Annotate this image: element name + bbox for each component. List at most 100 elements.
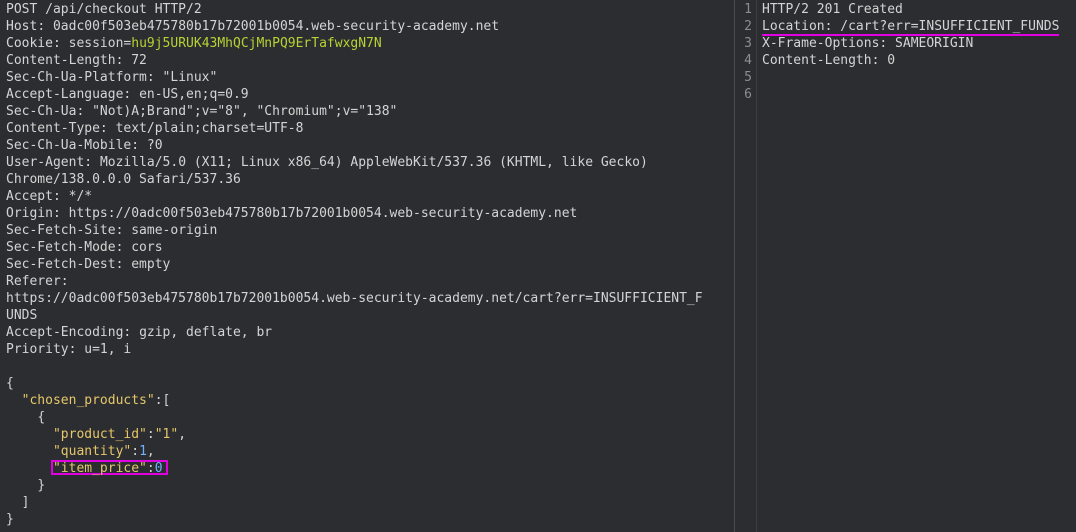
json-punct: , — [146, 444, 155, 459]
header-value: */* — [68, 189, 93, 204]
location-header-name: Location: — [762, 19, 833, 34]
line-number: 6 — [744, 87, 752, 102]
response-location-header: Location: /cart?err=INSUFFICIENT_FUNDS — [762, 18, 1076, 36]
json-punct: { — [6, 376, 14, 391]
json-punct: : — [131, 444, 140, 459]
header-name: Accept-Encoding — [6, 325, 124, 340]
json-item-close: } — [6, 477, 734, 494]
header-cookie: Cookie: session=hu9j5URUK43MhQCjMnPQ9ErT… — [6, 36, 382, 51]
header-priority: Priority: u=1, i — [6, 342, 132, 357]
header-name: Sec-Ch-Ua — [6, 104, 77, 119]
json-quantity: "quantity":1, — [6, 443, 734, 460]
json-key-product-id: "product_id" — [52, 427, 147, 442]
header-value: gzip, deflate, br — [139, 325, 273, 340]
header-referer-value-continued: UNDS — [6, 308, 38, 323]
json-close-brace: } — [6, 511, 734, 528]
json-key-quantity: "quantity" — [52, 444, 132, 459]
header-value: 72 — [131, 53, 147, 68]
json-punct: } — [6, 512, 14, 527]
response-blank-line — [762, 69, 1076, 86]
header-name: Content-Type — [6, 121, 100, 136]
header-value: en-US,en;q=0.9 — [139, 87, 249, 102]
header-name: Sec-Fetch-Dest — [6, 257, 116, 272]
header-value: ?0 — [146, 138, 163, 153]
json-value-product-id: "1" — [154, 427, 179, 442]
header-sec-ch-ua-mobile: Sec-Ch-Ua-Mobile: ?0 — [6, 138, 163, 153]
header-sec-fetch-mode: Sec-Fetch-Mode: cors — [6, 240, 163, 255]
header-name: Host — [6, 19, 38, 34]
burp-repeater-view: POST /api/checkout HTTP/2 Host: 0adc00f5… — [0, 0, 1076, 532]
header-user-agent-continued: Chrome/138.0.0.0 Safari/537.36 — [6, 172, 241, 187]
line-number: 5 — [744, 70, 752, 85]
json-open-brace: { — [6, 375, 734, 392]
header-content-type: Content-Type: text/plain;charset=UTF-8 — [6, 121, 304, 136]
header-value: u=1, i — [84, 342, 132, 357]
json-punct: } — [37, 478, 46, 493]
header-sec-ch-ua: Sec-Ch-Ua: "Not)A;Brand";v="8", "Chromiu… — [6, 104, 398, 119]
json-punct: : — [146, 427, 155, 442]
response-xframe-header: X-Frame-Options: SAMEORIGIN — [762, 36, 974, 51]
header-name: Accept-Language — [6, 87, 124, 102]
line-number: 3 — [744, 36, 752, 51]
json-chosen-products: "chosen_products":[ — [6, 392, 734, 409]
header-name: Referer — [6, 274, 61, 289]
response-status-line: HTTP/2 201 Created — [762, 2, 903, 17]
header-value: same-origin — [131, 223, 218, 238]
header-value: https://0adc00f503eb475780b17b72001b0054… — [68, 206, 578, 221]
header-name: Content-Length — [6, 53, 116, 68]
header-value: "Not)A;Brand";v="8", "Chromium";v="138" — [92, 104, 398, 119]
header-value: 0adc00f503eb475780b17b72001b0054.web-sec… — [52, 19, 500, 34]
header-name: Origin — [6, 206, 53, 221]
header-value: "Linux" — [162, 70, 218, 85]
header-accept-encoding: Accept-Encoding: gzip, deflate, br — [6, 325, 273, 340]
json-item-price: "item_price":0 — [6, 460, 734, 477]
item-price-highlight: "item_price":0 — [50, 460, 168, 476]
session-cookie-value: hu9j5URUK43MhQCjMnPQ9ErTafwxgN7N — [131, 36, 382, 51]
header-value: empty — [131, 257, 171, 272]
header-sec-ch-ua-platform: Sec-Ch-Ua-Platform: "Linux" — [6, 70, 218, 85]
header-sec-fetch-site: Sec-Fetch-Site: same-origin — [6, 223, 218, 238]
line-number-gutter: 1 2 3 4 5 6 — [735, 0, 757, 532]
header-user-agent: User-Agent: Mozilla/5.0 (X11; Linux x86_… — [6, 155, 648, 170]
json-punct: :[ — [154, 393, 171, 408]
header-name: Cookie — [6, 36, 53, 51]
json-punct: ] — [21, 495, 30, 510]
json-item-open: { — [6, 409, 734, 426]
location-highlight: Location: /cart?err=INSUFFICIENT_FUNDS — [762, 19, 1060, 36]
request-pane[interactable]: POST /api/checkout HTTP/2 Host: 0adc00f5… — [0, 0, 734, 532]
request-editor[interactable]: POST /api/checkout HTTP/2 Host: 0adc00f5… — [0, 0, 734, 528]
json-value-item-price: 0 — [154, 461, 163, 476]
header-accept-language: Accept-Language: en-US,en;q=0.9 — [6, 87, 249, 102]
header-host: Host: 0adc00f503eb475780b17b72001b0054.w… — [6, 19, 500, 34]
header-referer-value: https://0adc00f503eb475780b17b72001b0054… — [6, 291, 703, 306]
header-name: Priority — [6, 342, 69, 357]
header-value: text/plain;charset=UTF-8 — [115, 121, 304, 136]
header-value: cors — [131, 240, 163, 255]
header-origin: Origin: https://0adc00f503eb475780b17b72… — [6, 206, 578, 221]
json-value-quantity: 1 — [139, 444, 147, 459]
header-sec-fetch-dest: Sec-Fetch-Dest: empty — [6, 257, 171, 272]
header-name: Sec-Ch-Ua-Platform — [6, 70, 147, 85]
json-punct: : — [146, 461, 155, 476]
location-header-value: /cart?err=INSUFFICIENT_FUNDS — [840, 19, 1060, 34]
json-punct: { — [37, 410, 46, 425]
request-line: POST /api/checkout HTTP/2 — [6, 2, 202, 17]
json-array-close: ] — [6, 494, 734, 511]
header-content-length: Content-Length: 72 — [6, 53, 147, 68]
line-number: 4 — [744, 53, 752, 68]
json-punct: , — [178, 427, 187, 442]
response-blank-line — [762, 86, 1076, 103]
header-name: Sec-Fetch-Mode — [6, 240, 116, 255]
header-name: User-Agent — [6, 155, 85, 170]
header-accept: Accept: */* — [6, 189, 93, 204]
response-editor[interactable]: HTTP/2 201 Created Location: /cart?err=I… — [757, 0, 1076, 532]
json-key-chosen-products: "chosen_products" — [21, 393, 155, 408]
response-content-length-header: Content-Length: 0 — [762, 53, 896, 68]
line-number: 2 — [744, 19, 752, 34]
response-pane[interactable]: 1 2 3 4 5 6 HTTP/2 201 Created Location:… — [735, 0, 1076, 532]
json-key-item-price: "item_price" — [52, 461, 147, 476]
header-name: Sec-Fetch-Site — [6, 223, 116, 238]
line-number: 1 — [744, 2, 752, 17]
header-referer: Referer: — [6, 274, 69, 289]
